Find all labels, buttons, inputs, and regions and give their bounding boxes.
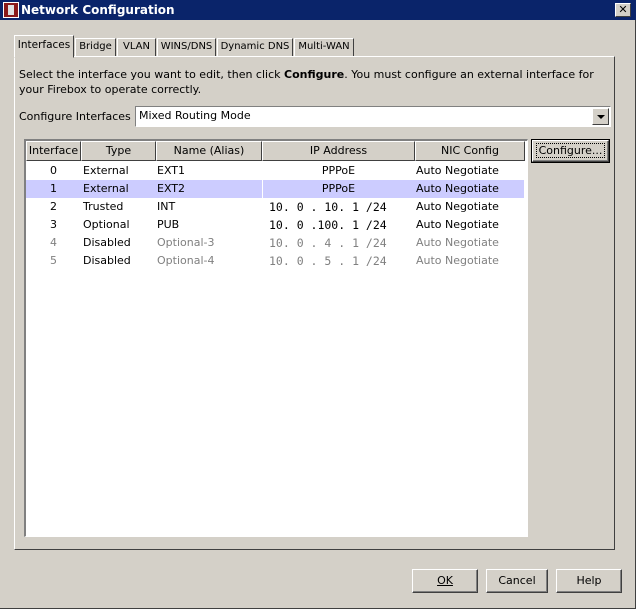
routing-mode-select[interactable]: Mixed Routing Mode — [135, 106, 611, 127]
cell-ip: 10. 0 . 5 . 1 /24 — [269, 254, 387, 268]
cell-nic: Auto Negotiate — [416, 200, 499, 213]
cell-ip: 10. 0 . 4 . 1 /24 — [269, 236, 387, 250]
cell-interface: 5 — [50, 254, 57, 267]
cell-interface: 2 — [50, 200, 57, 213]
cell-nic: Auto Negotiate — [416, 164, 499, 177]
table-row[interactable]: 4 Disabled Optional-3 10. 0 . 4 . 1 /24 … — [26, 234, 524, 252]
cell-nic: Auto Negotiate — [416, 218, 499, 231]
cell-name: INT — [157, 200, 176, 213]
cell-interface: 0 — [50, 164, 57, 177]
tab-interfaces[interactable]: Interfaces — [14, 35, 74, 58]
firebox-app-icon — [3, 2, 19, 18]
cell-name: EXT1 — [157, 164, 186, 177]
cell-type: External — [83, 164, 129, 177]
cell-ip: 10. 0 . 10. 1 /24 — [269, 200, 387, 214]
tab-bridge[interactable]: Bridge — [75, 38, 116, 57]
table-header: Interface Type Name (Alias) IP Address N… — [26, 141, 527, 161]
cell-interface: 4 — [50, 236, 57, 249]
tab-multi-wan[interactable]: Multi-WAN — [294, 38, 354, 57]
table-row[interactable]: 2 Trusted INT 10. 0 . 10. 1 /24 Auto Neg… — [26, 198, 524, 216]
ok-button-label: OK — [437, 574, 453, 587]
cell-type: Disabled — [83, 236, 131, 249]
cell-nic: Auto Negotiate — [416, 254, 499, 267]
instructions-text: Select the interface you want to edit, t… — [19, 67, 611, 97]
cell-ip: 10. 0 .100. 1 /24 — [269, 218, 387, 232]
ok-button[interactable]: OK — [412, 569, 478, 593]
tab-wins-dns[interactable]: WINS/DNS — [157, 38, 216, 57]
help-button-label: Help — [576, 574, 602, 587]
instructions-configure-keyword: Configure — [284, 68, 345, 81]
cell-name: PUB — [157, 218, 180, 231]
configure-button[interactable]: Configure... — [531, 139, 610, 163]
cell-interface: 1 — [50, 182, 57, 195]
column-header-ip-address[interactable]: IP Address — [262, 141, 415, 161]
close-button[interactable]: ✕ — [615, 3, 631, 17]
window-title: Network Configuration — [21, 3, 175, 17]
network-configuration-dialog: Network Configuration ✕ Interfaces Bridg… — [0, 0, 636, 609]
cell-type: Disabled — [83, 254, 131, 267]
table-row[interactable]: 0 External EXT1 PPPoE Auto Negotiate — [26, 162, 524, 180]
cell-nic: Auto Negotiate — [416, 236, 499, 249]
cell-nic: Auto Negotiate — [416, 182, 499, 195]
title-bar: Network Configuration ✕ — [0, 0, 636, 20]
cell-name: EXT2 — [157, 182, 186, 195]
cancel-button-label: Cancel — [498, 574, 536, 587]
cell-interface: 3 — [50, 218, 57, 231]
table-row[interactable]: 3 Optional PUB 10. 0 .100. 1 /24 Auto Ne… — [26, 216, 524, 234]
cell-type: External — [83, 182, 129, 195]
cell-name: Optional-4 — [157, 254, 215, 267]
routing-mode-value: Mixed Routing Mode — [139, 109, 251, 122]
chevron-down-icon[interactable] — [592, 108, 609, 125]
help-button[interactable]: Help — [556, 569, 622, 593]
tab-vlan[interactable]: VLAN — [117, 38, 156, 57]
configure-button-label: Configure... — [535, 143, 606, 158]
column-header-type[interactable]: Type — [81, 141, 156, 161]
column-header-interface[interactable]: Interface — [26, 141, 81, 161]
cell-ip: PPPoE — [321, 182, 356, 195]
cell-type: Trusted — [83, 200, 124, 213]
table-row-selected[interactable]: 1 External EXT2 PPPoE Auto Negotiate — [26, 180, 524, 198]
configure-mode-label: Configure Interfaces in — [19, 110, 145, 123]
column-header-nic-config[interactable]: NIC Config — [415, 141, 525, 161]
instructions-part-1: Select the interface you want to edit, t… — [19, 68, 285, 81]
cancel-button[interactable]: Cancel — [486, 569, 548, 593]
cell-type: Optional — [83, 218, 130, 231]
column-header-name[interactable]: Name (Alias) — [156, 141, 262, 161]
tab-dynamic-dns[interactable]: Dynamic DNS — [217, 38, 293, 57]
cell-name: Optional-3 — [157, 236, 215, 249]
table-row[interactable]: 5 Disabled Optional-4 10. 0 . 5 . 1 /24 … — [26, 252, 524, 270]
cell-ip: PPPoE — [321, 164, 356, 177]
interfaces-table: Interface Type Name (Alias) IP Address N… — [24, 139, 528, 537]
